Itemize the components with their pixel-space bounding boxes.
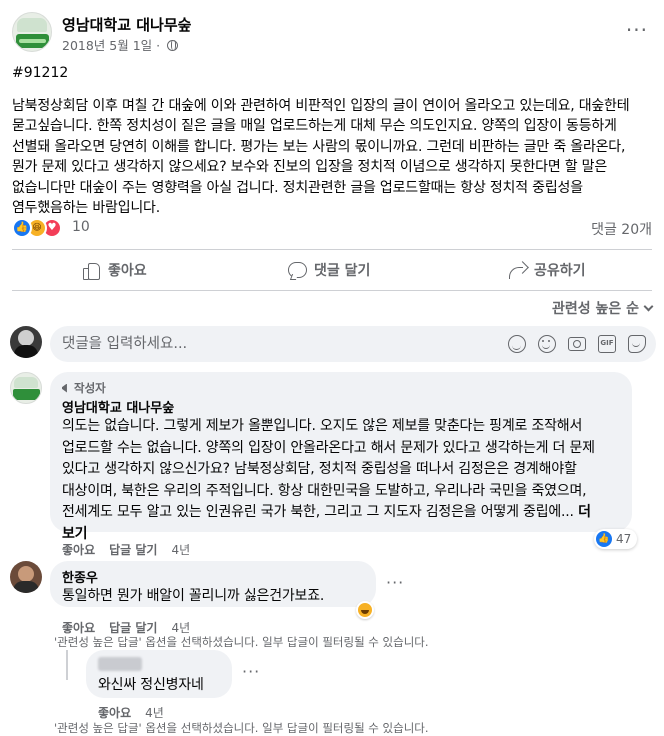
comment-bubble: 와신싸 정신병자네	[86, 650, 232, 698]
gif-icon[interactable]: GIF	[598, 335, 616, 353]
logo-top	[17, 18, 47, 32]
comment-sort-dropdown[interactable]: 관련성 높은 순	[551, 298, 654, 318]
author-badge: 작성자	[62, 380, 620, 396]
thumbs-up-icon	[82, 261, 100, 280]
share-icon	[508, 261, 526, 279]
post-meta: 2018년 5월 1일 ·	[62, 35, 179, 54]
haha-reaction-icon[interactable]	[356, 601, 374, 619]
comment-text: 와신싸 정신병자네	[98, 677, 204, 693]
divider	[12, 249, 652, 250]
comment-actions: 좋아요 4년	[98, 704, 164, 721]
chevron-down-icon	[643, 301, 654, 311]
globe-icon	[167, 40, 179, 51]
comment-options-icon[interactable]: ···	[386, 573, 404, 592]
like-reaction-icon: 👍	[12, 218, 32, 238]
commenter-avatar[interactable]	[10, 372, 42, 404]
commenter-name[interactable]: 영남대학교 대나무숲	[62, 397, 620, 416]
comment-composer: GIF	[10, 326, 656, 362]
divider	[12, 290, 652, 291]
comment-reply-button[interactable]: 답글 달기	[109, 541, 157, 558]
comment-button[interactable]: 댓글 달기	[288, 253, 370, 287]
comment-like-button[interactable]: 좋아요	[62, 541, 95, 558]
comment-bubble: 한종우 통일하면 뭔가 배알이 꼴리니까 싫은건가보죠.	[50, 561, 376, 607]
comment-time[interactable]: 4년	[145, 704, 164, 721]
comment-icon	[288, 261, 307, 279]
comment-text: 의도는 없습니다. 그렇게 제보가 올뿐입니다. 오지도 않은 제보를 맞춘다는…	[62, 416, 620, 545]
comment-count[interactable]: 댓글 20개	[591, 219, 652, 239]
like-button[interactable]: 좋아요	[82, 253, 147, 287]
comment-actions: 좋아요 답글 달기 4년	[62, 541, 190, 558]
reactions-summary: 👍 😆 ♥ 10 댓글 20개	[12, 216, 652, 240]
composer-tools: GIF	[508, 335, 646, 353]
megaphone-icon	[62, 383, 67, 393]
comment-item: 작성자 영남대학교 대나무숲 의도는 없습니다. 그렇게 제보가 올뿐입니다. …	[10, 372, 656, 562]
share-button[interactable]: 공유하기	[508, 253, 586, 287]
comment-options-icon[interactable]: ···	[242, 662, 260, 681]
emoji-icon[interactable]	[538, 335, 556, 353]
page-name[interactable]: 영남대학교 대나무숲	[62, 14, 191, 35]
reply-item: 와신싸 정신병자네 ··· 좋아요 4년 '관련성 높은 답글' 옵션을 선택하…	[54, 650, 656, 736]
comment-like-badge[interactable]: 👍 47	[594, 529, 638, 549]
comment-like-button[interactable]: 좋아요	[98, 704, 131, 721]
comment-time[interactable]: 4년	[171, 541, 190, 558]
commenter-avatar[interactable]	[10, 561, 42, 593]
comment-label: 댓글 달기	[314, 263, 371, 279]
reply-filter-note: '관련성 높은 답글' 옵션을 선택하셨습니다. 일부 답글이 필터링될 수 있…	[54, 721, 429, 735]
share-label: 공유하기	[534, 263, 586, 279]
commenter-name[interactable]: 한종우	[62, 567, 364, 586]
like-label: 좋아요	[108, 263, 147, 279]
user-avatar[interactable]	[10, 326, 42, 358]
author-badge-label: 작성자	[74, 381, 106, 395]
comment-like-count: 47	[616, 532, 632, 546]
reply-filter-note: '관련성 높은 답글' 옵션을 선택하셨습니다. 일부 답글이 필터링될 수 있…	[54, 635, 429, 649]
post-body: #91212 남북정상회담 이후 며칠 간 대숲에 이와 관련하여 비판적인 입…	[12, 63, 652, 219]
post-header: 영남대학교 대나무숲 2018년 5월 1일 · ···	[12, 12, 652, 56]
comment-item: 한종우 통일하면 뭔가 배알이 꼴리니까 싫은건가보죠. ··· 좋아요 답글 …	[10, 561, 656, 651]
comment-text: 통일하면 뭔가 배알이 꼴리니까 싫은건가보죠.	[62, 588, 325, 604]
reply-thread-line	[66, 650, 68, 680]
like-reaction-icon: 👍	[596, 531, 612, 547]
more-options-icon[interactable]: ···	[626, 18, 648, 42]
comment-body: 의도는 없습니다. 그렇게 제보가 올뿐입니다. 오지도 않은 제보를 맞춘다는…	[62, 418, 595, 520]
camera-icon[interactable]	[568, 337, 586, 351]
post-actions: 좋아요 댓글 달기 공유하기	[12, 253, 652, 287]
page-avatar[interactable]	[12, 12, 52, 52]
logo-bar	[16, 34, 49, 48]
sticker-icon[interactable]	[628, 335, 646, 353]
comment-bubble: 작성자 영남대학교 대나무숲 의도는 없습니다. 그렇게 제보가 올뿐입니다. …	[50, 372, 632, 542]
post-text: 남북정상회담 이후 며칠 간 대숲에 이와 관련하여 비판적인 입장의 글이 연…	[12, 97, 630, 217]
post-tag: #91212	[12, 65, 69, 81]
avatar-sticker-icon[interactable]	[508, 335, 526, 353]
sort-label: 관련성 높은 순	[551, 301, 639, 317]
reaction-count[interactable]: 10	[72, 219, 90, 235]
post-date[interactable]: 2018년 5월 1일	[62, 38, 152, 53]
blurred-commenter-name	[98, 657, 142, 671]
